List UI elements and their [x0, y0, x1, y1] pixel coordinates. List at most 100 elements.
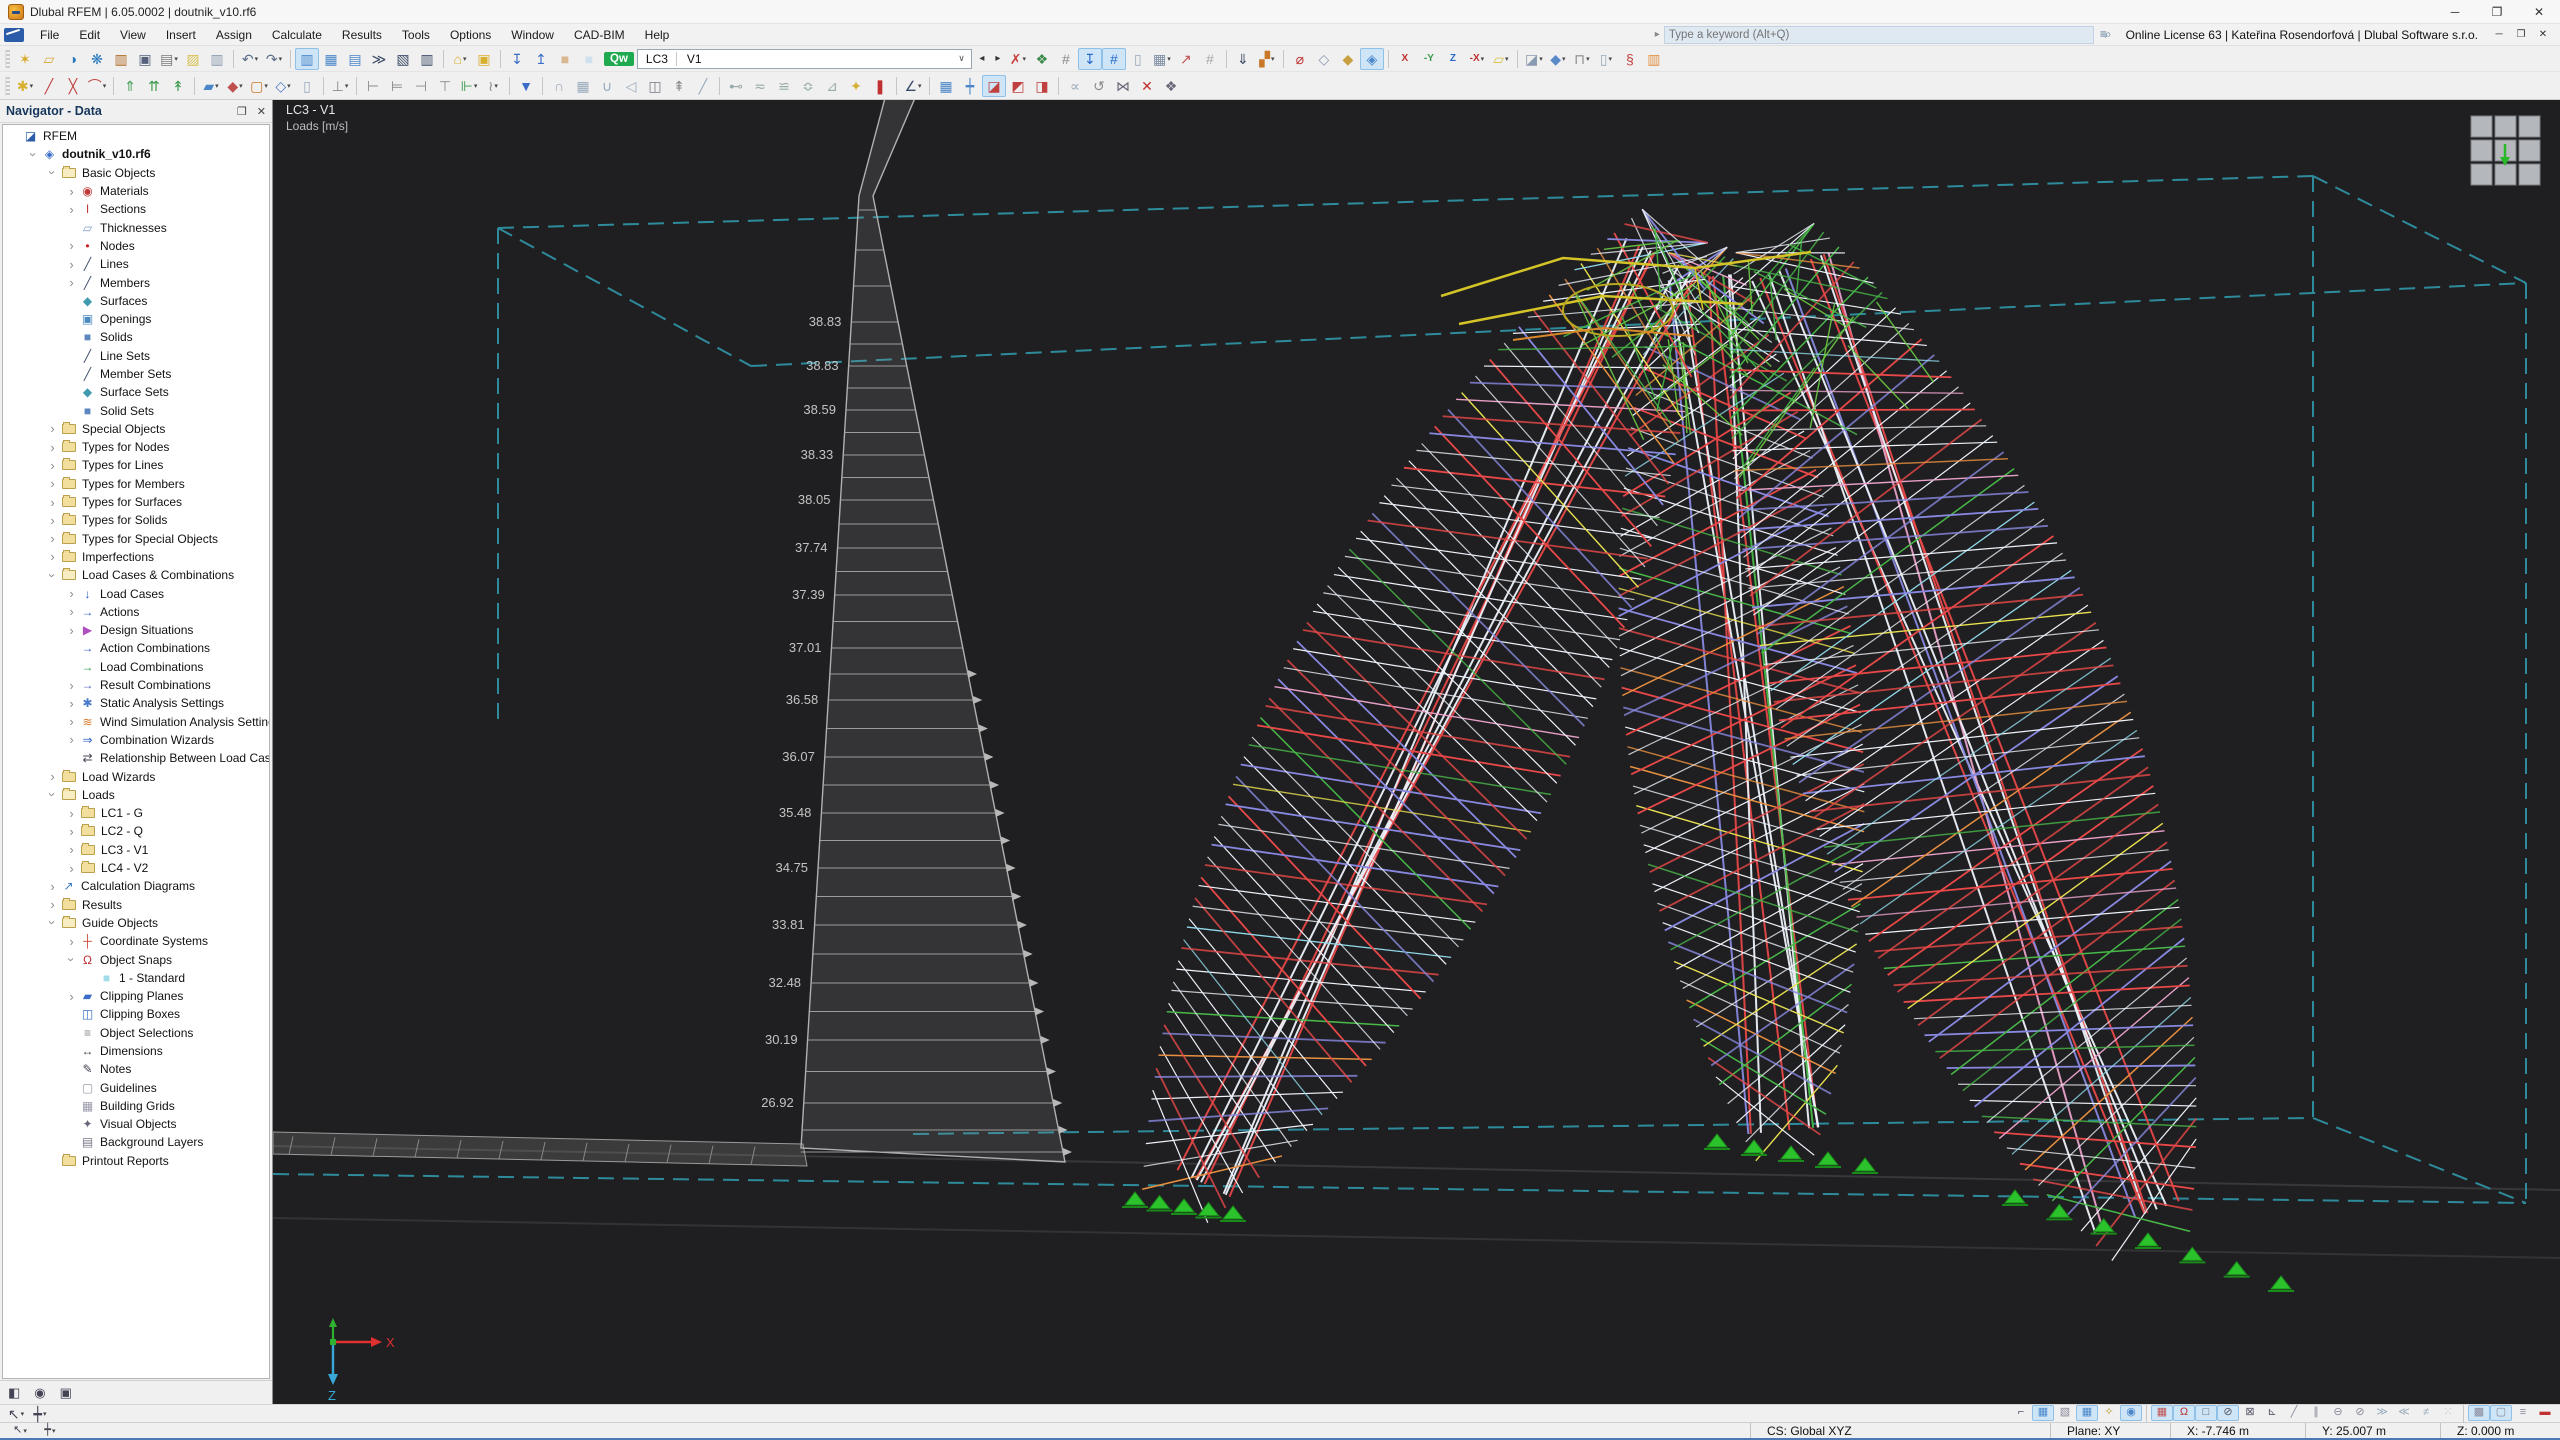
load-pin-button[interactable]: ❚	[868, 75, 892, 97]
tables-button[interactable]: ▥	[205, 48, 229, 70]
previous-load-case-button[interactable]: ◂	[974, 49, 990, 69]
constraint-button[interactable]: ⊤	[433, 75, 457, 97]
wind-wall-button[interactable]: ▥	[1642, 48, 1666, 70]
menu-insert[interactable]: Insert	[156, 24, 206, 45]
grid-visibility-button[interactable]: ▦	[2032, 1405, 2054, 1421]
tree-item-dimensions[interactable]: ↔Dimensions	[3, 1042, 269, 1060]
tree-item-surfaces[interactable]: ◆Surfaces	[3, 292, 269, 310]
hinge-start-button[interactable]: ⊢	[361, 75, 385, 97]
expander-icon[interactable]: ›	[64, 861, 79, 876]
expander-icon[interactable]: ›	[45, 495, 60, 510]
expander-icon[interactable]: ›	[64, 952, 79, 967]
ghost-view-button[interactable]: ▯	[1126, 48, 1150, 70]
grid-snap-button[interactable]: ┿	[958, 75, 982, 97]
lift-button[interactable]: ⇞	[667, 75, 691, 97]
mdi-close-icon[interactable]: ✕	[2532, 29, 2554, 40]
tree-item-lc4-v2[interactable]: ›LC4 - V2	[3, 859, 269, 877]
tree-item-printout-reports[interactable]: Printout Reports	[3, 1152, 269, 1170]
new-nurbs-button[interactable]: ◇▾	[271, 75, 295, 97]
expander-icon[interactable]: ›	[64, 806, 79, 821]
menu-options[interactable]: Options	[440, 24, 501, 45]
new-member-set-button[interactable]: ⇈	[142, 75, 166, 97]
expander-icon[interactable]: ›	[45, 458, 60, 473]
load-category-badge[interactable]: Qw	[604, 52, 634, 66]
angle-snap-button[interactable]: ∠▾	[901, 75, 925, 97]
tree-item-coordinate-systems[interactable]: ›┼Coordinate Systems	[3, 932, 269, 950]
view-minus-x-button[interactable]: -X▾	[1465, 48, 1489, 70]
expander-icon[interactable]: ›	[64, 257, 79, 272]
tree-item-materials[interactable]: ›◉Materials	[3, 182, 269, 200]
save-button[interactable]: ▣	[133, 48, 157, 70]
plane-xy-button[interactable]: ◪	[982, 75, 1006, 97]
mdi-restore-icon[interactable]: ❐	[2510, 29, 2532, 40]
load-free-button[interactable]: ⊿	[820, 75, 844, 97]
menu-calculate[interactable]: Calculate	[262, 24, 332, 45]
insert-node-button[interactable]: ↧	[505, 48, 529, 70]
connect-service-button[interactable]: ◑	[61, 48, 85, 70]
special-selection-button[interactable]: ⌂▾	[448, 48, 472, 70]
model-viewport[interactable]: LC3 - V1 Loads [m/s] 38.8338.8338.5938.3…	[273, 100, 2560, 1404]
tree-item-notes[interactable]: ✎Notes	[3, 1060, 269, 1078]
snap-ellipse-button[interactable]: ⊘	[2349, 1405, 2371, 1421]
view-persp-button[interactable]: ◈	[1360, 48, 1384, 70]
ortho-button[interactable]: ⌐	[2010, 1405, 2032, 1421]
hinge-end-button[interactable]: ⊣	[409, 75, 433, 97]
expander-icon[interactable]: ›	[64, 586, 79, 601]
expander-icon[interactable]: ›	[64, 678, 79, 693]
layers-button[interactable]: ≡	[2512, 1405, 2534, 1421]
new-surface-button[interactable]: ▰▾	[199, 75, 223, 97]
expander-icon[interactable]: ›	[64, 714, 79, 729]
tree-item-sections[interactable]: ›ISections	[3, 200, 269, 218]
window-arrangement-button[interactable]: ▞▾	[1255, 48, 1279, 70]
restore-button[interactable]: ❐	[2476, 0, 2518, 23]
expander-icon[interactable]: ›	[45, 769, 60, 784]
pick-line-button[interactable]: ∝	[1063, 75, 1087, 97]
tree-item-imperfections[interactable]: ›Imperfections	[3, 548, 269, 566]
menu-view[interactable]: View	[110, 24, 156, 45]
expander-icon[interactable]: ›	[64, 732, 79, 747]
clamp-button[interactable]: ∩	[547, 75, 571, 97]
tree-item-surface-sets[interactable]: ◆Surface Sets	[3, 383, 269, 401]
tree-item-types-for-surfaces[interactable]: ›Types for Surfaces	[3, 493, 269, 511]
minimize-button[interactable]: ─	[2434, 0, 2476, 23]
snap-extension-1-button[interactable]: ≫	[2371, 1405, 2393, 1421]
expander-icon[interactable]: ›	[64, 842, 79, 857]
animation-button[interactable]: ▦	[571, 75, 595, 97]
close-panel-icon[interactable]: ✕	[257, 105, 266, 118]
toolbar-grip[interactable]	[5, 50, 10, 68]
expander-icon[interactable]: ›	[64, 696, 79, 711]
new-entry-button[interactable]: ▨	[181, 48, 205, 70]
tree-item-loads[interactable]: ›Loads	[3, 786, 269, 804]
expander-icon[interactable]: ›	[45, 476, 60, 491]
tree-item-basic-objects[interactable]: ›Basic Objects	[3, 164, 269, 182]
snap-line-button[interactable]: ╱	[2283, 1405, 2305, 1421]
expander-icon[interactable]: ›	[64, 989, 79, 1004]
guide-visibility-button[interactable]: ◉	[2120, 1405, 2142, 1421]
load-area-button[interactable]: ≌	[772, 75, 796, 97]
load-member-button[interactable]: ≎	[796, 75, 820, 97]
snap-perpendicular-button[interactable]: ⊾	[2261, 1405, 2283, 1421]
support-button[interactable]: ⊥▾	[328, 75, 352, 97]
tree-item-load-cases-combinations[interactable]: ›Load Cases & Combinations	[3, 566, 269, 584]
snap-parallel-button[interactable]: ∥	[2305, 1405, 2327, 1421]
grid-visibility-2-button[interactable]: ▦	[2076, 1405, 2098, 1421]
member-release-button[interactable]: ⊩▾	[457, 75, 481, 97]
tree-item-special-objects[interactable]: ›Special Objects	[3, 420, 269, 438]
tree-item-lc3-v1[interactable]: ›LC3 - V1	[3, 841, 269, 859]
menu-assign[interactable]: Assign	[206, 24, 262, 45]
expander-icon[interactable]: ›	[64, 238, 79, 253]
grid-points-button[interactable]: ▦	[934, 75, 958, 97]
menu-edit[interactable]: Edit	[69, 24, 110, 45]
table-view-3-button[interactable]: ▤	[343, 48, 367, 70]
float-panel-icon[interactable]: ❐	[237, 105, 247, 118]
tree-item-background-layers[interactable]: ▤Background Layers	[3, 1133, 269, 1151]
expander-icon[interactable]: ›	[45, 549, 60, 564]
wedge-button[interactable]: ◁	[619, 75, 643, 97]
table-view-1-button[interactable]: ▥	[295, 48, 319, 70]
tree-item-types-for-solids[interactable]: ›Types for Solids	[3, 511, 269, 529]
expander-icon[interactable]: ›	[45, 440, 60, 455]
tree-item-doutnik-v10-rf6[interactable]: ›◈doutnik_v10.rf6	[3, 145, 269, 163]
grid-add-button[interactable]: ▧	[2054, 1405, 2076, 1421]
expander-icon[interactable]: ›	[64, 184, 79, 199]
show-loads-button[interactable]: ↧	[1078, 48, 1102, 70]
